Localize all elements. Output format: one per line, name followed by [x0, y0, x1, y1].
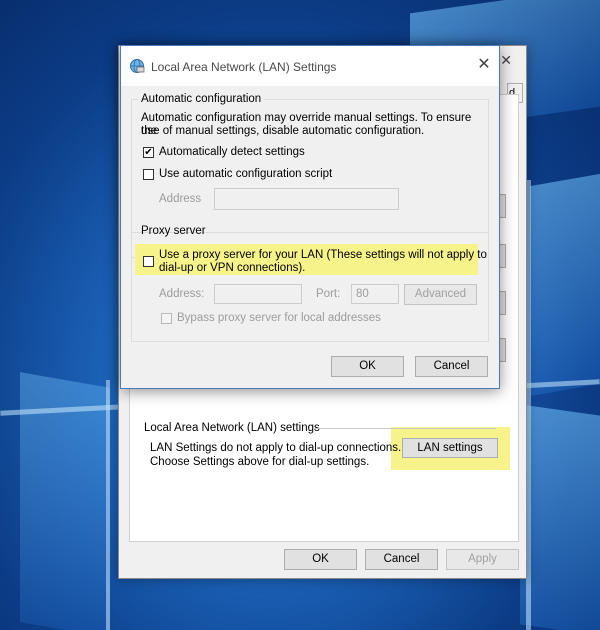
cancel-button[interactable]: Cancel: [365, 549, 438, 570]
ok-button[interactable]: OK: [284, 549, 357, 570]
side-button-partial-2[interactable]: [499, 244, 506, 268]
auto-detect-label: Automatically detect settings: [159, 146, 305, 158]
group-divider: [314, 428, 496, 429]
side-button-partial-4[interactable]: [499, 338, 506, 362]
lan-info-text-line2: Choose Settings above for dial-up settin…: [150, 456, 370, 468]
auto-detect-checkbox[interactable]: ✔: [143, 147, 154, 158]
globe-network-icon: [130, 59, 145, 73]
advanced-button[interactable]: Advanced: [404, 284, 477, 305]
bypass-proxy-label: Bypass proxy server for local addresses: [177, 312, 381, 324]
auto-address-label: Address: [159, 193, 202, 205]
ok-button[interactable]: OK: [331, 356, 404, 377]
automatic-configuration-label: Automatic configuration: [138, 93, 265, 105]
proxy-port-label: Port:: [316, 288, 341, 300]
side-button-partial-3[interactable]: [499, 291, 506, 315]
lan-settings-dialog: Local Area Network (LAN) Settings ✕ Auto…: [120, 45, 500, 389]
bypass-proxy-checkbox[interactable]: [161, 313, 172, 324]
cancel-button[interactable]: Cancel: [415, 356, 488, 377]
proxy-address-input[interactable]: [214, 284, 302, 304]
close-icon[interactable]: ✕: [500, 52, 512, 69]
auto-script-checkbox[interactable]: [143, 169, 154, 180]
close-icon[interactable]: ✕: [475, 56, 493, 74]
use-proxy-checkbox[interactable]: [143, 256, 154, 267]
auto-detect-row[interactable]: ✔ Automatically detect settings: [143, 146, 305, 159]
proxy-port-input[interactable]: 80: [351, 284, 399, 304]
use-proxy-label-line1: Use a proxy server for your LAN (These s…: [159, 249, 487, 261]
proxy-server-label: Proxy server: [141, 225, 206, 237]
lan-settings-button[interactable]: LAN settings: [402, 438, 498, 458]
use-proxy-label: Use a proxy server for your LAN (These s…: [159, 249, 487, 275]
auto-script-label: Use automatic configuration script: [159, 168, 333, 180]
wallpaper-pane-right: [530, 173, 600, 397]
use-proxy-row[interactable]: Use a proxy server for your LAN (These s…: [143, 249, 487, 275]
auto-address-input[interactable]: [214, 188, 399, 210]
wallpaper-pane-bottom-right: [520, 404, 600, 630]
use-proxy-label-line2: dial-up or VPN connections).: [159, 262, 306, 274]
dialog-title: Local Area Network (LAN) Settings: [151, 60, 337, 74]
side-button-partial-1[interactable]: [499, 194, 506, 218]
apply-button[interactable]: Apply: [446, 549, 519, 570]
wallpaper-beam-vertical-left: [106, 380, 110, 630]
lan-group-label: Local Area Network (LAN) settings: [144, 422, 320, 434]
title-bar[interactable]: Local Area Network (LAN) Settings ✕: [121, 46, 499, 86]
auto-config-description-line2: use of manual settings, disable automati…: [141, 125, 425, 137]
bypass-proxy-row[interactable]: Bypass proxy server for local addresses: [161, 312, 381, 325]
proxy-address-label: Address:: [159, 288, 205, 300]
auto-script-row[interactable]: Use automatic configuration script: [143, 168, 332, 181]
lan-info-text-line1: LAN Settings do not apply to dial-up con…: [150, 442, 402, 454]
